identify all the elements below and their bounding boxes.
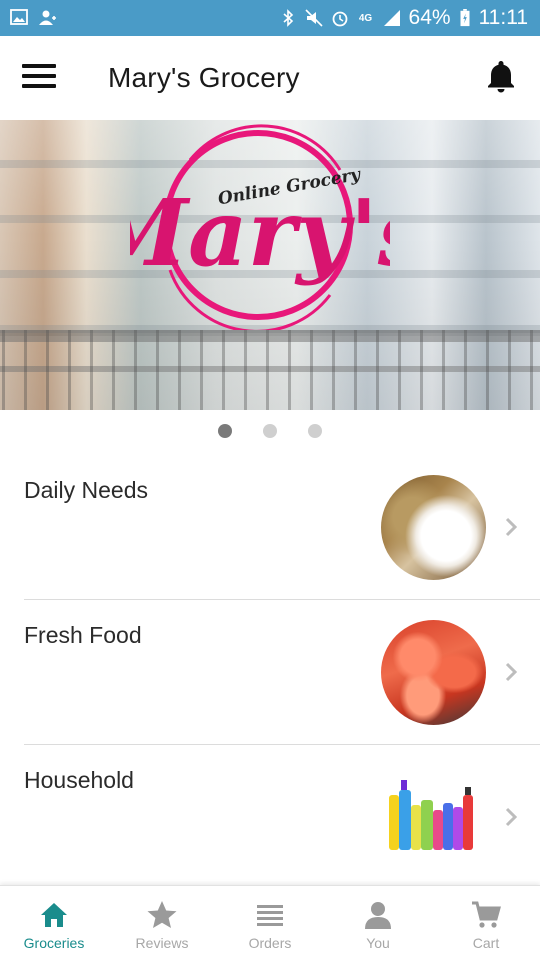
- slide-dot-3[interactable]: [308, 424, 322, 438]
- nav-label: Orders: [248, 935, 292, 951]
- category-label: Fresh Food: [24, 622, 142, 648]
- status-bar: 4G 64% 11:11: [0, 0, 540, 36]
- alarm-icon: [331, 9, 349, 27]
- clock: 11:11: [478, 6, 528, 29]
- banner-pagination: [0, 424, 540, 438]
- nav-cart[interactable]: Cart: [432, 886, 540, 960]
- image-icon: [10, 8, 28, 26]
- menu-button[interactable]: [22, 64, 58, 90]
- battery-charging-icon: [459, 9, 471, 27]
- page-title: Mary's Grocery: [108, 62, 300, 93]
- hamburger-icon: [22, 64, 56, 68]
- nav-label: Cart: [472, 935, 500, 951]
- app-bar: Mary's Grocery: [0, 36, 540, 120]
- mute-icon: [304, 9, 323, 27]
- nav-groceries[interactable]: Groceries: [0, 886, 108, 960]
- person-icon: [365, 902, 391, 929]
- cleaning-products-image: [381, 765, 486, 870]
- chevron-right-icon: [505, 662, 518, 682]
- chevron-right-icon: [505, 517, 518, 537]
- bottom-navigation: Groceries Reviews Orders You Cart: [0, 885, 540, 960]
- marys-logo: Mary's Online Grocery: [130, 124, 390, 330]
- nav-label: Groceries: [23, 935, 85, 951]
- slide-dot-1[interactable]: [218, 424, 232, 438]
- cart-icon: [472, 901, 501, 928]
- person-add-icon: [38, 8, 56, 26]
- shopping-cart-graphic: [0, 330, 540, 410]
- nav-label: Reviews: [135, 935, 189, 951]
- star-icon: [147, 901, 177, 928]
- nav-reviews[interactable]: Reviews: [108, 886, 216, 960]
- bell-icon: [488, 61, 514, 93]
- category-label: Household: [24, 767, 134, 793]
- category-label: Daily Needs: [24, 477, 148, 503]
- slide-dot-2[interactable]: [263, 424, 277, 438]
- bluetooth-icon: [279, 9, 297, 27]
- battery-level: 64%: [408, 6, 451, 29]
- rice-grains-image: [381, 475, 486, 580]
- list-icon: [257, 905, 283, 926]
- home-icon: [41, 903, 67, 927]
- 4g-icon: 4G: [358, 12, 373, 24]
- promo-banner[interactable]: Mary's Online Grocery: [0, 120, 540, 410]
- chevron-right-icon: [505, 807, 518, 827]
- nav-you[interactable]: You: [324, 886, 432, 960]
- category-household[interactable]: Household: [24, 745, 540, 890]
- category-list: Daily Needs Fresh Food Household: [0, 455, 540, 890]
- nav-label: You: [366, 935, 390, 951]
- notification-button[interactable]: [484, 58, 518, 94]
- category-daily-needs[interactable]: Daily Needs: [24, 455, 540, 600]
- fresh-fish-image: [381, 620, 486, 725]
- category-fresh-food[interactable]: Fresh Food: [24, 600, 540, 745]
- signal-icon: [383, 9, 401, 27]
- nav-orders[interactable]: Orders: [216, 886, 324, 960]
